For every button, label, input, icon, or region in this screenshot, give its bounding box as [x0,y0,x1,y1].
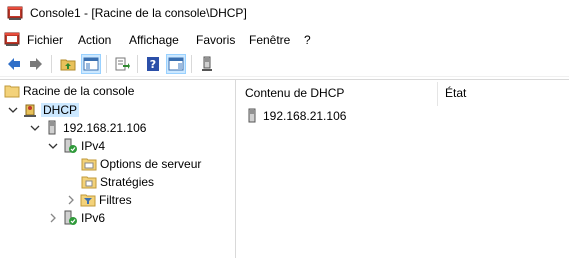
column-header-contents[interactable]: Contenu de DHCP [245,86,344,100]
result-pane: Contenu de DHCP État 192.168.21.106 [237,80,569,258]
server-icon[interactable] [197,54,217,74]
toolbar-separator [137,55,138,73]
toolbar-separator [191,55,192,73]
tree-node-policies[interactable]: Stratégies [81,173,154,191]
dhcp-icon [22,102,38,118]
menu-bar: Fichier Action Affichage Favoris Fenêtre… [0,28,569,50]
tree-node-server[interactable]: 192.168.21.106 [29,119,146,137]
chevron-down-icon[interactable] [47,140,59,152]
menu-help[interactable]: ? [304,33,311,47]
tree-label-ipv6: IPv6 [81,211,106,225]
help-icon[interactable]: ? [143,54,163,74]
menu-affichage[interactable]: Affichage [129,33,179,47]
show-hide-tree-icon[interactable] [81,54,101,74]
tree-node-dhcp[interactable]: DHCP [7,101,80,119]
title-bar: Console1 - [Racine de la console\DHCP] [0,0,569,28]
chevron-down-icon[interactable] [7,104,19,116]
tree-label-server: 192.168.21.106 [63,121,147,135]
export-list-icon[interactable] [112,54,132,74]
server-icon [244,108,260,124]
chevron-right-icon[interactable] [47,212,59,224]
folder-icon [4,83,20,99]
toolbar-separator [106,55,107,73]
chevron-down-icon[interactable] [29,122,41,134]
folder-policies-icon [81,174,97,190]
menu-favoris[interactable]: Favoris [196,33,235,47]
tree-label-root: Racine de la console [23,84,135,98]
toolbar: ? [0,51,569,77]
forward-icon[interactable] [26,54,46,74]
tree-node-server-options[interactable]: Options de serveur [81,155,201,173]
tree-label-ipv4: IPv4 [81,139,106,153]
mmc-app-icon [7,5,23,21]
toolbar-separator [51,55,52,73]
ipv6-server-icon [62,210,78,226]
back-icon[interactable] [4,54,24,74]
window-title: Console1 - [Racine de la console\DHCP] [30,6,247,20]
column-header-status[interactable]: État [445,86,466,100]
tree-label-dhcp: DHCP [41,103,80,117]
tree-label-policies: Stratégies [100,175,155,189]
column-separator[interactable] [437,82,438,106]
tree-label-server-options: Options de serveur [100,157,202,171]
list-item[interactable]: 192.168.21.106 [244,107,346,125]
menu-fichier[interactable]: Fichier [27,33,63,47]
tree-node-ipv6[interactable]: IPv6 [47,209,105,227]
system-menu-icon[interactable] [4,31,20,47]
svg-text:?: ? [150,58,156,71]
console-tree: Racine de la console DHCP 192.168.21.106… [0,80,236,258]
tree-node-ipv4[interactable]: IPv4 [47,137,105,155]
tree-node-root[interactable]: Racine de la console [4,82,134,100]
tree-node-filters[interactable]: Filtres [65,191,132,209]
server-icon [44,120,60,136]
action-pane-icon[interactable] [166,54,186,74]
menu-fenetre[interactable]: Fenêtre [249,33,290,47]
ipv4-server-icon [62,138,78,154]
up-folder-icon[interactable] [58,54,78,74]
folder-filter-icon [80,192,96,208]
list-item-name: 192.168.21.106 [263,109,347,123]
folder-options-icon [81,156,97,172]
chevron-right-icon[interactable] [65,194,77,206]
tree-label-filters: Filtres [99,193,132,207]
menu-action[interactable]: Action [78,33,111,47]
